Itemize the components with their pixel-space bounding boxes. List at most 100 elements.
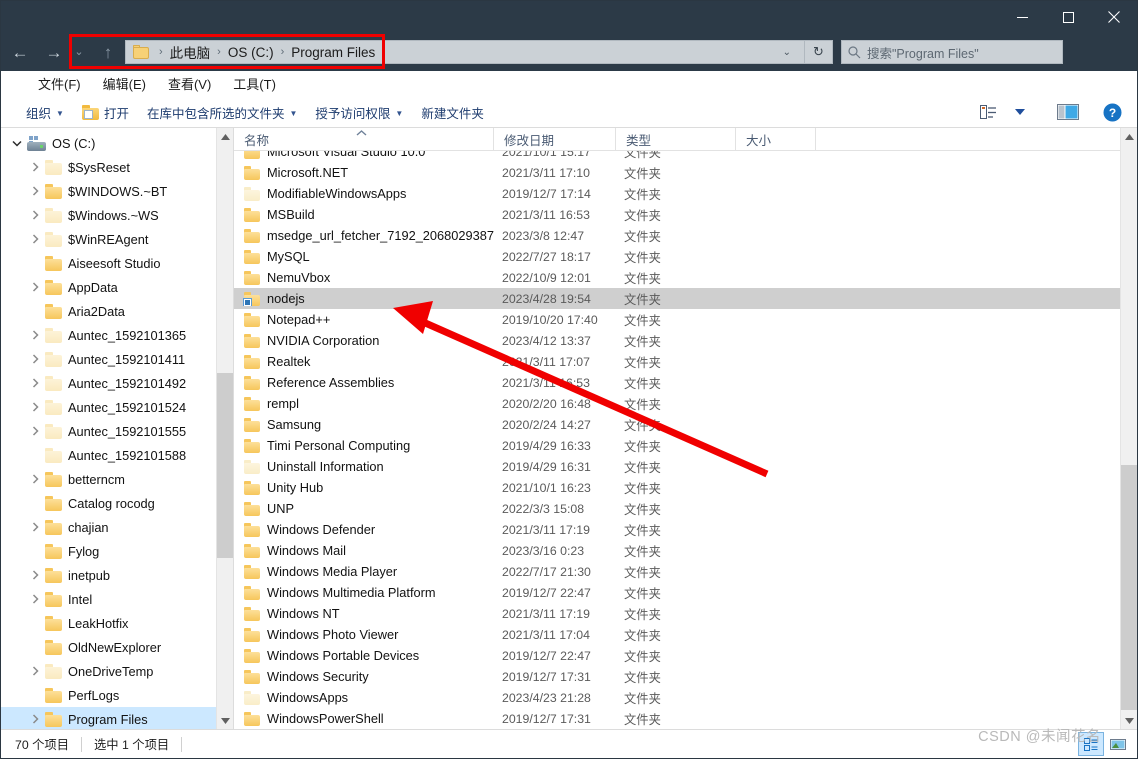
menu-edit[interactable]: 编辑(E) — [92, 71, 157, 96]
table-row[interactable]: Microsoft Visual Studio 10.0 2021/10/1 15… — [234, 151, 1120, 162]
table-row[interactable]: Windows Photo Viewer 2021/3/11 17:04 文件夹 — [234, 624, 1120, 645]
menu-file[interactable]: 文件(F) — [27, 71, 92, 96]
table-row[interactable]: NemuVbox 2022/10/9 12:01 文件夹 — [234, 267, 1120, 288]
large-icons-view-button[interactable] — [1105, 732, 1131, 756]
chevron-right-icon[interactable] — [25, 179, 45, 203]
table-row[interactable]: rempl 2020/2/20 16:48 文件夹 — [234, 393, 1120, 414]
search-input[interactable]: 搜索"Program Files" — [841, 40, 1063, 64]
recent-locations-button[interactable]: ⌄ — [69, 37, 89, 67]
sidebar-item-appdata[interactable]: AppData — [1, 275, 216, 299]
column-header-size[interactable]: 大小 — [736, 128, 816, 151]
breadcrumb-item-program-files[interactable]: Program Files — [291, 45, 375, 60]
back-button[interactable]: ← — [5, 37, 35, 67]
table-row[interactable]: nodejs 2023/4/28 19:54 文件夹 — [234, 288, 1120, 309]
table-row[interactable]: Unity Hub 2021/10/1 16:23 文件夹 — [234, 477, 1120, 498]
open-button[interactable]: 打开 — [73, 99, 138, 126]
sidebar-item-auntec-1592101588[interactable]: Auntec_1592101588 — [1, 443, 216, 467]
sidebar-item-winreagent[interactable]: $WinREAgent — [1, 227, 216, 251]
sidebar-item-auntec-1592101492[interactable]: Auntec_1592101492 — [1, 371, 216, 395]
chevron-right-icon[interactable] — [25, 659, 45, 683]
table-row[interactable]: Timi Personal Computing 2019/4/29 16:33 文件… — [234, 435, 1120, 456]
organize-button[interactable]: 组织 ▼ — [17, 99, 73, 126]
sidebar-item-perflogs[interactable]: PerfLogs — [1, 683, 216, 707]
sidebar-item-betterncm[interactable]: betterncm — [1, 467, 216, 491]
help-button[interactable]: ? — [1097, 99, 1127, 125]
table-row[interactable]: MySQL 2022/7/27 18:17 文件夹 — [234, 246, 1120, 267]
close-button[interactable] — [1091, 1, 1137, 33]
menu-view[interactable]: 查看(V) — [157, 71, 222, 96]
table-row[interactable]: Windows NT 2021/3/11 17:19 文件夹 — [234, 603, 1120, 624]
sidebar-item-fylog[interactable]: Fylog — [1, 539, 216, 563]
sidebar-item-oldnewexplorer[interactable]: OldNewExplorer — [1, 635, 216, 659]
table-row[interactable]: WindowsApps 2023/4/23 21:28 文件夹 — [234, 687, 1120, 708]
breadcrumb[interactable]: › 此电脑 › OS (C:) › Program Files ⌄ — [125, 40, 805, 64]
maximize-button[interactable] — [1045, 1, 1091, 33]
table-row[interactable]: MSBuild 2021/3/11 16:53 文件夹 — [234, 204, 1120, 225]
sidebar-item-aria2data[interactable]: Aria2Data — [1, 299, 216, 323]
sidebar-item-os-c[interactable]: OS (C:) — [1, 131, 216, 155]
table-row[interactable]: Reference Assemblies 2021/3/11 16:53 文件夹 — [234, 372, 1120, 393]
chevron-right-icon[interactable] — [25, 275, 45, 299]
table-row[interactable]: Microsoft.NET 2021/3/11 17:10 文件夹 — [234, 162, 1120, 183]
sidebar-item-auntec-1592101411[interactable]: Auntec_1592101411 — [1, 347, 216, 371]
table-row[interactable]: Windows Defender 2021/3/11 17:19 文件夹 — [234, 519, 1120, 540]
new-folder-button[interactable]: 新建文件夹 — [412, 99, 493, 126]
table-row[interactable]: Uninstall Information 2019/4/29 16:31 文件夹 — [234, 456, 1120, 477]
chevron-right-icon[interactable] — [25, 227, 45, 251]
sidebar-item-leakhotfix[interactable]: LeakHotfix — [1, 611, 216, 635]
breadcrumb-separator[interactable]: › — [152, 46, 170, 58]
sidebar-scrollbar[interactable] — [216, 128, 233, 729]
chevron-right-icon[interactable] — [25, 323, 45, 347]
sidebar-scroll-thumb[interactable] — [217, 373, 233, 558]
sidebar-item-chajian[interactable]: chajian — [1, 515, 216, 539]
chevron-right-icon[interactable] — [25, 155, 45, 179]
breadcrumb-separator[interactable]: › — [210, 46, 228, 58]
chevron-right-icon[interactable] — [25, 515, 45, 539]
menu-tools[interactable]: 工具(T) — [222, 71, 287, 96]
sidebar-item-windows-ws[interactable]: $Windows.~WS — [1, 203, 216, 227]
chevron-right-icon[interactable] — [25, 707, 45, 729]
scroll-down-icon[interactable] — [1121, 712, 1137, 729]
chevron-right-icon[interactable] — [25, 203, 45, 227]
chevron-right-icon[interactable] — [25, 419, 45, 443]
table-row[interactable]: msedge_url_fetcher_7192_2068029387 2023/3… — [234, 225, 1120, 246]
view-dropdown-button[interactable] — [1005, 99, 1035, 125]
forward-button[interactable]: → — [39, 37, 69, 67]
breadcrumb-item-this-pc[interactable]: 此电脑 — [170, 42, 211, 62]
chevron-right-icon[interactable] — [25, 587, 45, 611]
file-list-scroll-thumb[interactable] — [1121, 465, 1137, 710]
breadcrumb-item-os-c[interactable]: OS (C:) — [228, 45, 274, 60]
table-row[interactable]: NVIDIA Corporation 2023/4/12 13:37 文件夹 — [234, 330, 1120, 351]
chevron-right-icon[interactable] — [25, 563, 45, 587]
sidebar-item-sysreset[interactable]: $SysReset — [1, 155, 216, 179]
up-button[interactable]: ↑ — [93, 37, 123, 67]
table-row[interactable]: UNP 2022/3/3 15:08 文件夹 — [234, 498, 1120, 519]
chevron-right-icon[interactable] — [25, 371, 45, 395]
scroll-down-icon[interactable] — [217, 712, 233, 729]
change-view-button[interactable] — [973, 99, 1003, 125]
table-row[interactable]: Windows Portable Devices 2019/12/7 22:47 文… — [234, 645, 1120, 666]
scroll-up-icon[interactable] — [1121, 128, 1137, 145]
chevron-down-icon[interactable] — [7, 131, 27, 155]
breadcrumb-separator[interactable]: › — [274, 46, 292, 58]
chevron-right-icon[interactable] — [25, 395, 45, 419]
table-row[interactable]: Windows Mail 2023/3/16 0:23 文件夹 — [234, 540, 1120, 561]
sidebar-item-auntec-1592101365[interactable]: Auntec_1592101365 — [1, 323, 216, 347]
sidebar-item-auntec-1592101555[interactable]: Auntec_1592101555 — [1, 419, 216, 443]
table-row[interactable]: Realtek 2021/3/11 17:07 文件夹 — [234, 351, 1120, 372]
minimize-button[interactable] — [999, 1, 1045, 33]
breadcrumb-dropdown[interactable]: ⌄ — [774, 47, 800, 58]
sidebar-item-program-files[interactable]: Program Files — [1, 707, 216, 729]
table-row[interactable]: Notepad++ 2019/10/20 17:40 文件夹 — [234, 309, 1120, 330]
chevron-right-icon[interactable] — [25, 347, 45, 371]
scroll-up-icon[interactable] — [217, 128, 233, 145]
file-list-scrollbar[interactable] — [1120, 128, 1137, 729]
sidebar-item-windows-bt[interactable]: $WINDOWS.~BT — [1, 179, 216, 203]
column-header-type[interactable]: 类型 — [616, 128, 736, 151]
table-row[interactable]: Windows Security 2019/12/7 17:31 文件夹 — [234, 666, 1120, 687]
refresh-button[interactable]: ↻ — [805, 40, 833, 64]
table-row[interactable]: Windows Multimedia Platform 2019/12/7 22:… — [234, 582, 1120, 603]
table-row[interactable]: Samsung 2020/2/24 14:27 文件夹 — [234, 414, 1120, 435]
include-in-library-button[interactable]: 在库中包含所选的文件夹 ▼ — [138, 99, 306, 126]
share-with-button[interactable]: 授予访问权限 ▼ — [306, 99, 412, 126]
